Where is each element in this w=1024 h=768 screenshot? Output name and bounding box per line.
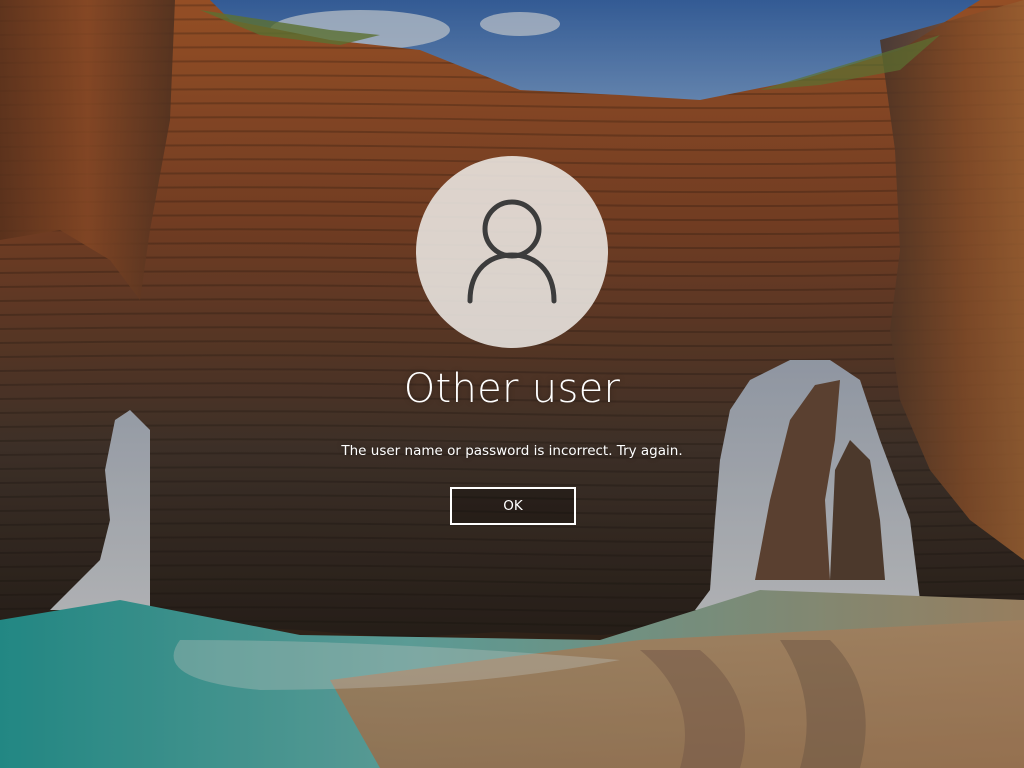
user-name-label: Other user (403, 366, 621, 412)
error-message: The user name or password is incorrect. … (341, 443, 683, 459)
ok-button[interactable]: OK (450, 487, 576, 525)
user-avatar (416, 156, 608, 348)
lock-screen: Other user The user name or password is … (0, 0, 1024, 768)
user-silhouette-icon (467, 199, 557, 304)
